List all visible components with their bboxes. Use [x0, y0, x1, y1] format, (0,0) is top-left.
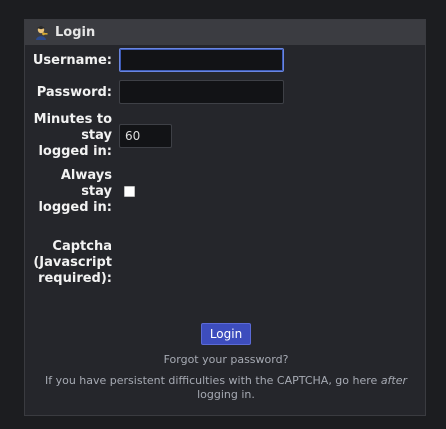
captcha-help-note: If you have persistent difficulties with… [33, 374, 419, 402]
username-input[interactable] [119, 48, 284, 72]
username-label: Username: [32, 53, 112, 68]
login-button[interactable]: Login [201, 323, 251, 345]
minutes-input[interactable] [119, 124, 172, 148]
forgot-password-link[interactable]: Forgot your password? [25, 353, 427, 366]
captcha-label-line-1: Captcha [52, 239, 112, 254]
always-label: Always stay logged in: [2, 168, 112, 216]
captcha-label-line-3: required): [38, 271, 112, 286]
password-input[interactable] [119, 80, 284, 104]
captcha-label-line-2: (Javascript [33, 255, 112, 270]
minutes-label-line-3: logged in: [38, 144, 112, 159]
panel-title: Login [55, 25, 96, 40]
captcha-note-text-after: logging in. [197, 388, 255, 401]
captcha-note-emphasis: after [380, 374, 408, 387]
always-stay-checkbox[interactable] [124, 186, 135, 197]
user-key-icon [33, 25, 49, 41]
captcha-label: Captcha (Javascript required): [2, 239, 112, 287]
always-label-line-3: logged in: [38, 200, 112, 215]
panel-header: Login [25, 20, 425, 45]
minutes-label: Minutes to stay logged in: [2, 112, 112, 160]
password-label: Password: [36, 85, 112, 100]
always-label-line-1: Always [60, 168, 112, 183]
captcha-note-text: If you have persistent difficulties with… [44, 374, 378, 387]
login-panel: Login Username: Password: Minutes to sta… [24, 19, 426, 416]
minutes-label-line-2: stay [81, 128, 112, 143]
always-label-line-2: stay [81, 184, 112, 199]
minutes-label-line-1: Minutes to [33, 112, 112, 127]
